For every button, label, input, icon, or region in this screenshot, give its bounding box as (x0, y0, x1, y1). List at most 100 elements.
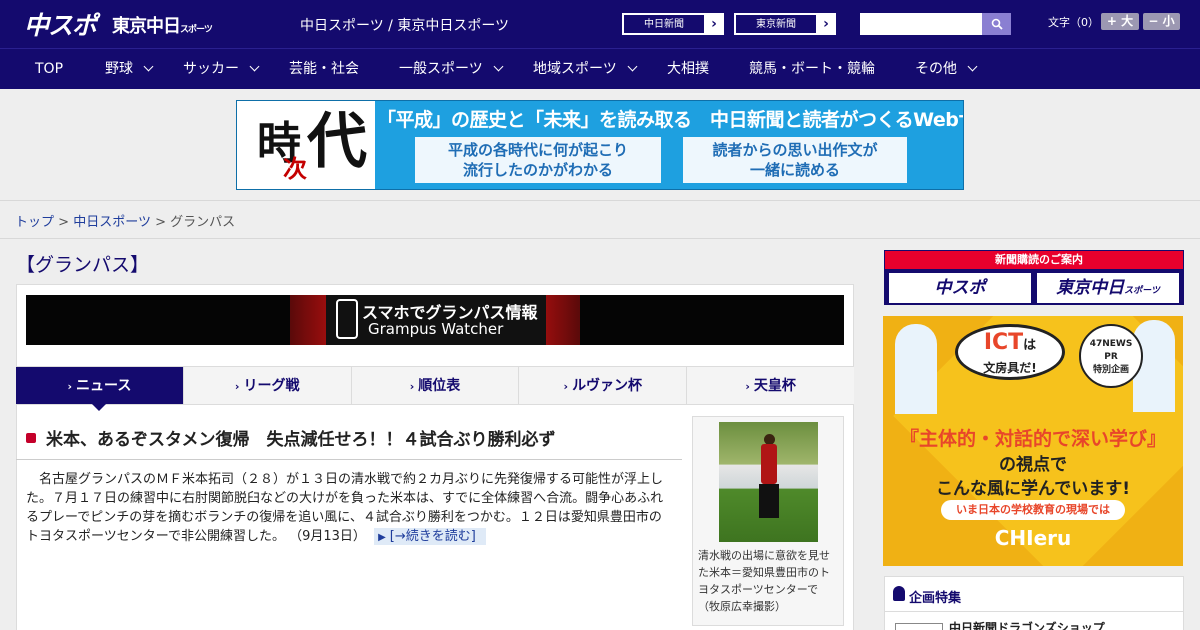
tab-news[interactable]: › ニュース (16, 367, 183, 411)
ict-ad-banner[interactable]: ICTは 文房具だ! 47NEWS PR 特別企画 『主体的・対話的で深い学び』 … (883, 316, 1183, 566)
nav-others-label: その他 (915, 61, 957, 77)
nav-local-sports-label: 地域スポーツ (533, 61, 617, 77)
tab-news-label: ニュース (76, 378, 132, 394)
nav-top[interactable]: TOP (35, 49, 63, 90)
ad-line2: の視点で (999, 455, 1067, 475)
tokyo-shimbun-label: 東京新聞 (735, 14, 817, 34)
ad-line4: いま日本の学校教育の現場では (941, 500, 1125, 520)
ribbon-icon (893, 586, 905, 601)
tab-levain-cup[interactable]: › ルヴァン杯 (518, 367, 686, 404)
font-bigger-button[interactable]: + 大 (1101, 13, 1139, 30)
feature-title: 企画特集 (909, 591, 962, 606)
subscribe-tokyo-chunichi-text: 東京中日 (1056, 278, 1125, 298)
chevron-right-icon: › (745, 380, 750, 393)
breadcrumb-separator: > (58, 215, 70, 230)
breadcrumb: トップ > 中日スポーツ > グランパス (15, 211, 235, 230)
nav-local-sports[interactable]: 地域スポーツ (533, 49, 638, 90)
nav-entertainment-label: 芸能・社会 (289, 61, 359, 77)
banner-logo-area: 時 次 代 (237, 101, 375, 189)
breadcrumb-home[interactable]: トップ (15, 215, 54, 230)
photo-player-legs (759, 484, 779, 518)
chevron-right-icon: › (711, 16, 717, 32)
nav-others[interactable]: その他 (915, 49, 978, 90)
chevron-right-icon: › (234, 380, 240, 393)
chunichi-shimbun-label: 中日新聞 (623, 14, 705, 34)
chevron-down-icon (249, 61, 260, 72)
search-icon (991, 18, 1003, 30)
chunichi-shimbun-link[interactable]: 中日新聞 › (622, 13, 724, 35)
banner-kanji-3: 代 (307, 107, 367, 177)
ad-pr-badge: 47NEWS PR 特別企画 (1079, 324, 1143, 388)
logo-tokyo-chunichi-small: スポーツ (180, 25, 213, 35)
nav-soccer[interactable]: サッカー (183, 49, 260, 90)
subscribe-chuspo-button[interactable]: 中スポ (889, 273, 1031, 303)
chevron-right-icon: › (67, 380, 73, 393)
chevron-right-icon: › (823, 16, 829, 32)
logo-chuspo[interactable]: 中スポ (24, 6, 97, 42)
smartphone-icon (336, 299, 358, 339)
ad-ict-big: ICT (983, 330, 1024, 355)
logo-tokyo-chunichi[interactable]: 東京中日スポーツ (112, 12, 213, 38)
photo-player-body (761, 444, 777, 484)
subscribe-tokyo-chunichi-button[interactable]: 東京中日スポーツ (1037, 273, 1179, 303)
tokyo-shimbun-link[interactable]: 東京新聞 › (734, 13, 836, 35)
ad-student-figure (895, 324, 937, 414)
ad-line3: こんな風に学んでいます! (936, 479, 1130, 499)
banner-box-left-line2: 流行したのかがわかる (462, 161, 613, 179)
grampus-watcher-banner[interactable]: スマホでグランパス情報 Grampus Watcher (26, 295, 844, 345)
search-button[interactable] (982, 13, 1011, 35)
tab-standings-label: 順位表 (418, 378, 461, 394)
subscribe-tokyo-chunichi-small: スポーツ (1124, 286, 1160, 296)
chevron-down-icon (143, 61, 154, 72)
tab-levain-cup-label: ルヴァン杯 (572, 378, 643, 394)
banner-box-left-line1: 平成の各時代に何が起こり (447, 141, 628, 159)
promo-line2: Grampus Watcher (368, 320, 504, 338)
banner-box-left: 平成の各時代に何が起こり 流行したのかがわかる (415, 137, 661, 183)
nav-sumo-label: 大相撲 (667, 61, 709, 77)
page-title: 【グランパス】 (16, 254, 150, 276)
nav-sumo[interactable]: 大相撲 (667, 49, 709, 90)
banner-kanji-2: 次 (283, 154, 307, 183)
ad-pr-line1: 47NEWS (1089, 339, 1133, 349)
nav-baseball-label: 野球 (105, 61, 133, 77)
ad-ict-small: 文房具だ! (983, 361, 1037, 375)
divider (16, 459, 682, 460)
ad-pr-line2: PR (1104, 352, 1118, 362)
ad-pr-line3: 特別企画 (1092, 365, 1129, 375)
nav-baseball[interactable]: 野球 (105, 49, 154, 90)
tab-league-label: リーグ戦 (243, 378, 300, 394)
breadcrumb-chunichi-sports[interactable]: 中日スポーツ (73, 215, 151, 230)
site-title: 中日スポーツ / 東京中日スポーツ (300, 18, 510, 34)
font-size-label: 文字（0） (1048, 16, 1099, 29)
tab-standings[interactable]: › 順位表 (350, 367, 519, 404)
category-tabs: › ニュース › リーグ戦 › 順位表 › ルヴァン杯 › 天皇杯 (16, 366, 854, 411)
feature-item-link[interactable]: 中日新聞ドラゴンズショップ (949, 619, 1105, 630)
nav-racing-label: 競馬・ボート・競輪 (749, 61, 875, 77)
read-more-label: [→続きを読む] (389, 529, 476, 544)
nav-soccer-label: サッカー (183, 61, 239, 77)
breadcrumb-separator: > (155, 215, 166, 230)
chevron-down-icon (967, 61, 978, 72)
article-photo[interactable] (719, 422, 818, 542)
breadcrumb-current: グランパス (170, 215, 236, 230)
nav-general-sports-label: 一般スポーツ (399, 61, 483, 77)
nav-general-sports[interactable]: 一般スポーツ (399, 49, 504, 90)
tab-emperors-cup[interactable]: › 天皇杯 (686, 367, 854, 404)
read-more-link[interactable]: ▶ [→続きを読む] (374, 528, 486, 545)
ad-ict-bubble: ICTは 文房具だ! (955, 324, 1065, 380)
article-headline[interactable]: 米本、あるぞスタメン復帰 失点減任せろ！！４試合ぶり勝利必ず (26, 425, 556, 450)
ad-line1: 『主体的・対話的で深い学び』 (899, 428, 1166, 450)
nav-entertainment[interactable]: 芸能・社会 (289, 49, 359, 90)
banner-box-right-line2: 一緒に読める (749, 161, 840, 179)
nav-racing[interactable]: 競馬・ボート・競輪 (749, 49, 875, 90)
logo-tokyo-chunichi-text: 東京中日 (112, 16, 181, 37)
divider (885, 611, 1183, 612)
feature-thumbnail[interactable] (895, 623, 943, 630)
jidai-banner-ad[interactable]: 時 次 代 「平成」の歴史と「未来」を読み取る 中日新聞と読者がつくるWebサイ… (236, 100, 964, 190)
article-date: （9月13日） (289, 529, 366, 544)
font-smaller-button[interactable]: − 小 (1143, 13, 1180, 30)
tab-league[interactable]: › リーグ戦 (182, 367, 351, 404)
tab-emperors-cup-label: 天皇杯 (753, 378, 796, 394)
triangle-right-icon: ▶ (378, 532, 386, 543)
search-input[interactable] (860, 13, 982, 35)
